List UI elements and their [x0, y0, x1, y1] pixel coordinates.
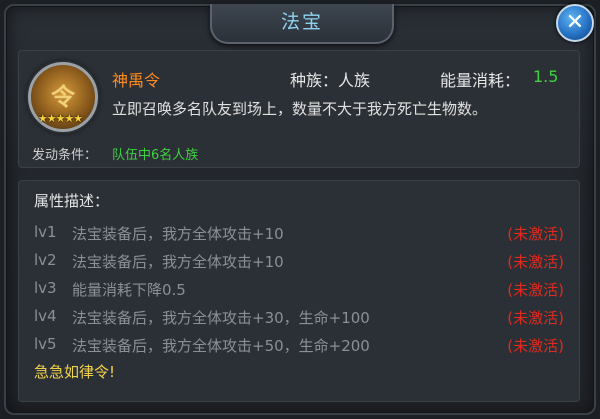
- attribute-level: lv4: [34, 307, 57, 325]
- attribute-row: lv1 法宝装备后，我方全体攻击+10 (未激活): [34, 223, 564, 247]
- attribute-row: lv4 法宝装备后，我方全体攻击+30，生命+100 (未激活): [34, 307, 564, 331]
- attribute-level: lv5: [34, 335, 57, 353]
- title-plate: 法宝: [210, 4, 394, 44]
- attribute-text: 法宝装备后，我方全体攻击+30，生命+100: [72, 309, 370, 327]
- item-name: 神禹令: [112, 71, 161, 90]
- trigger-condition-label: 发动条件：: [32, 148, 98, 163]
- attribute-status: (未激活): [507, 225, 564, 243]
- attribute-text: 法宝装备后，我方全体攻击+50，生命+200: [72, 337, 370, 355]
- attribute-title: 属性描述：: [34, 192, 110, 210]
- attribute-row: lv3 能量消耗下降0.5 (未激活): [34, 279, 564, 303]
- star-rating: ★★★★★: [37, 112, 83, 125]
- attribute-level: lv3: [34, 279, 57, 297]
- close-icon: ✕: [565, 10, 585, 35]
- attribute-status: (未激活): [507, 309, 564, 327]
- dialog-title: 法宝: [280, 11, 323, 33]
- attribute-status: (未激活): [507, 253, 564, 271]
- attribute-row: lv5 法宝装备后，我方全体攻击+50，生命+200 (未激活): [34, 335, 564, 359]
- attribute-text: 法宝装备后，我方全体攻击+10: [72, 225, 284, 243]
- trigger-condition-value: 队伍中6名人族: [112, 148, 199, 163]
- close-button[interactable]: ✕: [556, 4, 594, 42]
- attribute-row: lv2 法宝装备后，我方全体攻击+10 (未激活): [34, 251, 564, 275]
- attribute-text: 能量消耗下降0.5: [72, 281, 186, 299]
- race-label: 种族：人族: [290, 71, 371, 90]
- attribute-text: 法宝装备后，我方全体攻击+10: [72, 253, 284, 271]
- attribute-status: (未激活): [507, 281, 564, 299]
- emblem-glyph: 令: [51, 83, 75, 111]
- attribute-level: lv1: [34, 223, 57, 241]
- energy-cost-value: 1.5: [533, 67, 559, 86]
- attribute-level: lv2: [34, 251, 57, 269]
- energy-cost-label: 能量消耗：: [440, 71, 521, 90]
- incantation-text: 急急如律令!: [34, 363, 116, 381]
- item-description: 立即召唤多名队友到场上，数量不大于我方死亡生物数。: [112, 100, 488, 118]
- attribute-status: (未激活): [507, 337, 564, 355]
